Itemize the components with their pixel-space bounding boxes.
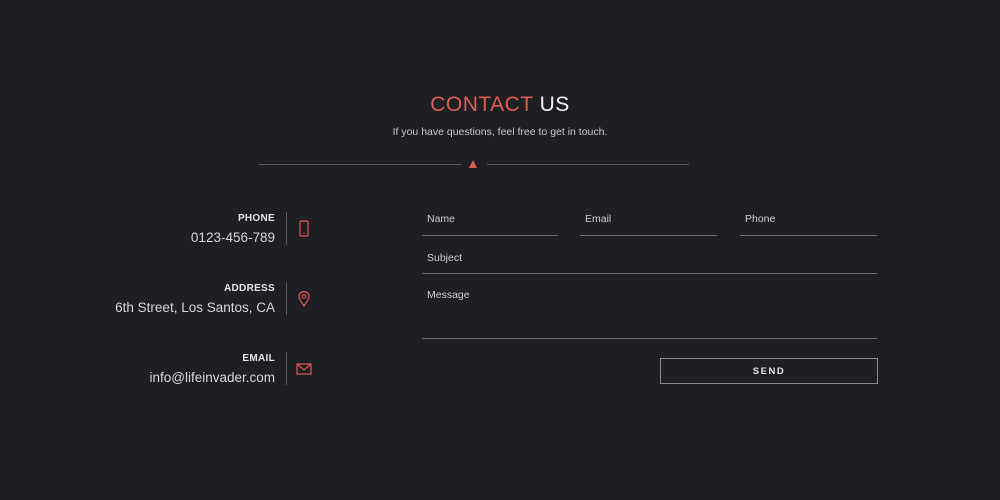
contact-phone: PHONE 0123-456-789	[100, 213, 275, 245]
email-placeholder: Email	[585, 213, 612, 225]
phone-label: PHONE	[237, 213, 275, 224]
email-label: EMAIL	[242, 353, 275, 364]
email-input[interactable]: Email	[580, 213, 717, 236]
subject-placeholder: Subject	[427, 252, 463, 264]
email-value[interactable]: info@lifeinvader.com	[100, 370, 275, 385]
address-value: 6th Street, Los Santos, CA	[115, 300, 275, 315]
envelope-icon	[296, 363, 312, 375]
message-placeholder: Message	[427, 289, 470, 301]
send-button[interactable]: SEND	[660, 358, 878, 384]
separator	[286, 282, 287, 315]
subject-input[interactable]: Subject	[422, 252, 877, 274]
message-textarea[interactable]: Message	[422, 289, 877, 339]
contact-email: EMAIL info@lifeinvader.com	[100, 353, 275, 385]
address-label: ADDRESS	[224, 283, 275, 294]
title-rest: US	[539, 93, 570, 116]
map-pin-icon	[298, 290, 310, 308]
divider-left	[259, 164, 461, 165]
separator	[286, 212, 287, 245]
page-title: CONTACT US	[0, 93, 1000, 117]
separator	[286, 352, 287, 385]
contact-address: ADDRESS 6th Street, Los Santos, CA	[100, 283, 275, 315]
phone-value: 0123-456-789	[190, 230, 275, 245]
phone-icon	[299, 220, 309, 237]
phone-placeholder: Phone	[745, 213, 776, 225]
divider-right	[487, 164, 689, 165]
name-input[interactable]: Name	[422, 213, 558, 236]
name-placeholder: Name	[427, 213, 456, 225]
phone-input[interactable]: Phone	[740, 213, 877, 236]
triangle-icon	[469, 160, 477, 168]
title-accent: CONTACT	[430, 93, 534, 116]
subtitle: If you have questions, feel free to get …	[392, 126, 608, 138]
